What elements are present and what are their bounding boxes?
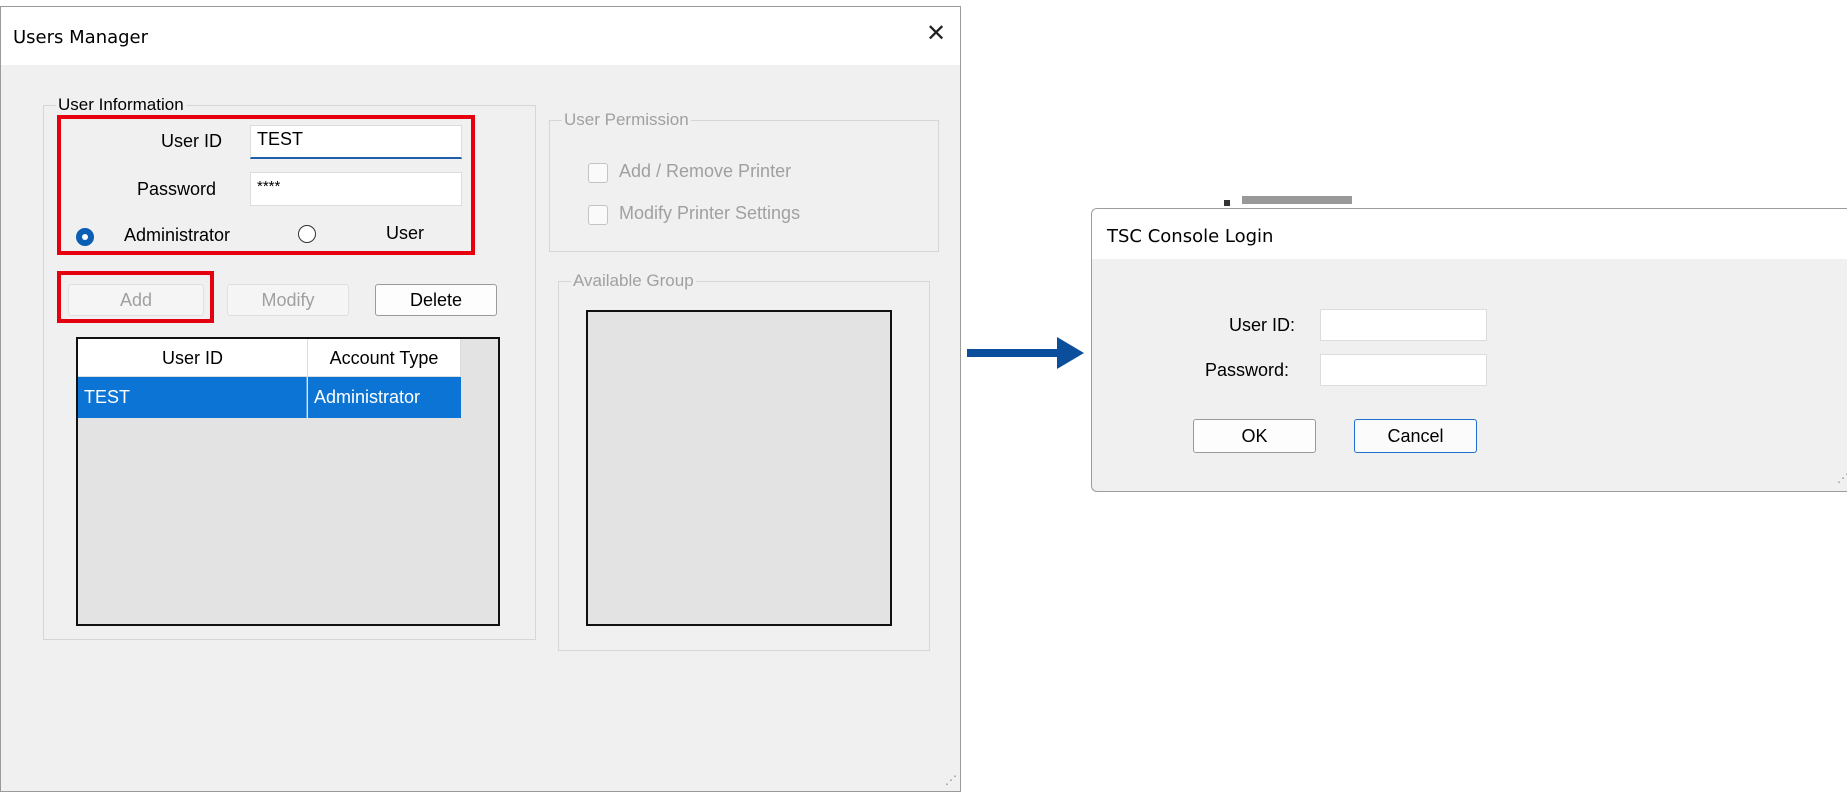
user-permission-legend: User Permission <box>564 110 689 129</box>
login-password-input[interactable] <box>1320 354 1487 386</box>
login-password-label: Password: <box>1205 360 1290 380</box>
close-icon[interactable]: ✕ <box>919 17 953 51</box>
highlight-add-button <box>57 271 214 323</box>
background-text-fragment-icon <box>1224 196 1352 206</box>
modify-printer-settings-checkbox[interactable] <box>588 205 608 225</box>
arrow-head-icon <box>1057 337 1084 369</box>
table-cell-account-type[interactable]: Administrator <box>308 377 461 418</box>
login-window-title: TSC Console Login <box>1107 226 1274 247</box>
column-header-user-id[interactable]: User ID <box>78 339 308 377</box>
column-header-account-type[interactable]: Account Type <box>308 339 461 377</box>
window-title: Users Manager <box>13 27 149 48</box>
login-title-bar: TSC Console Login <box>1092 209 1847 259</box>
arrow-right-icon <box>967 349 1059 357</box>
users-table[interactable]: User ID Account Type TEST Administrator <box>76 337 500 626</box>
login-user-id-input[interactable] <box>1320 309 1487 341</box>
modify-button[interactable]: Modify <box>227 284 349 316</box>
title-bar: Users Manager ✕ <box>1 7 960 65</box>
login-user-id-label: User ID: <box>1229 315 1296 335</box>
cancel-button[interactable]: Cancel <box>1354 419 1477 453</box>
modify-printer-settings-label: Modify Printer Settings <box>619 203 801 223</box>
resize-grip-icon[interactable]: ⋰ <box>945 773 957 787</box>
add-remove-printer-checkbox[interactable] <box>588 163 608 183</box>
available-group-legend: Available Group <box>573 271 694 290</box>
background-window-fragment <box>1202 194 1372 208</box>
highlight-user-fields <box>57 115 475 255</box>
add-remove-printer-label: Add / Remove Printer <box>619 161 792 181</box>
user-information-legend: User Information <box>58 95 184 114</box>
login-window: TSC Console Login User ID: Password: OK … <box>1091 208 1847 492</box>
ok-button[interactable]: OK <box>1193 419 1316 453</box>
login-resize-grip-icon[interactable]: ⋰ <box>1837 471 1847 485</box>
available-group-list[interactable] <box>586 310 892 626</box>
delete-button[interactable]: Delete <box>375 284 497 316</box>
table-cell-user-id[interactable]: TEST <box>78 377 307 418</box>
